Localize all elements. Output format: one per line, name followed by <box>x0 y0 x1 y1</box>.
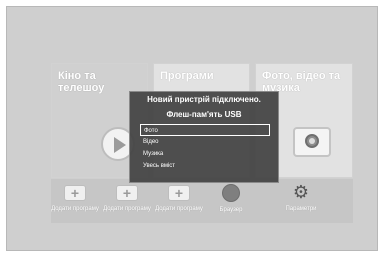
bottom-item-add-app-2[interactable]: + Додати програму <box>103 179 151 223</box>
dialog-option-video[interactable]: Відео <box>140 136 270 148</box>
dialog-device-name: Флеш-пам'ять USB <box>166 110 242 119</box>
dialog-option-photo[interactable]: Фото <box>140 124 270 136</box>
dialog-title: Новий пристрій підключено. <box>147 95 261 104</box>
bottom-item-settings[interactable]: ⚙ Параметри <box>277 179 325 223</box>
camera-icon <box>293 127 331 157</box>
gear-icon: ⚙ <box>292 182 310 202</box>
bottom-item-label: Параметри <box>285 206 317 212</box>
bottom-item-label: Додати програму <box>103 206 151 212</box>
add-icon: + <box>64 185 86 201</box>
globe-icon <box>222 184 240 202</box>
bottom-item-add-app-1[interactable]: + Додати програму <box>51 179 99 223</box>
bottom-item-label: Додати програму <box>51 206 99 212</box>
dialog-options-list: Фото Відео Музика Увесь вміст <box>140 124 270 172</box>
dialog-option-all-content[interactable]: Увесь вміст <box>140 160 270 172</box>
add-icon: + <box>116 185 138 201</box>
add-icon: + <box>168 185 190 201</box>
bottom-item-add-app-3[interactable]: + Додати програму <box>155 179 203 223</box>
tile-title-apps: Програми <box>160 70 214 82</box>
bottom-item-label: Браузер <box>219 207 243 213</box>
dialog-option-music[interactable]: Музика <box>140 148 270 160</box>
bottom-item-browser[interactable]: Браузер <box>207 179 255 223</box>
bottom-item-label: Додати програму <box>155 206 203 212</box>
new-device-dialog: Новий пристрій підключено. Флеш-пам'ять … <box>129 91 279 183</box>
tv-home-screen: Кіно та телешоу Програми Фото, відео та … <box>6 6 378 251</box>
